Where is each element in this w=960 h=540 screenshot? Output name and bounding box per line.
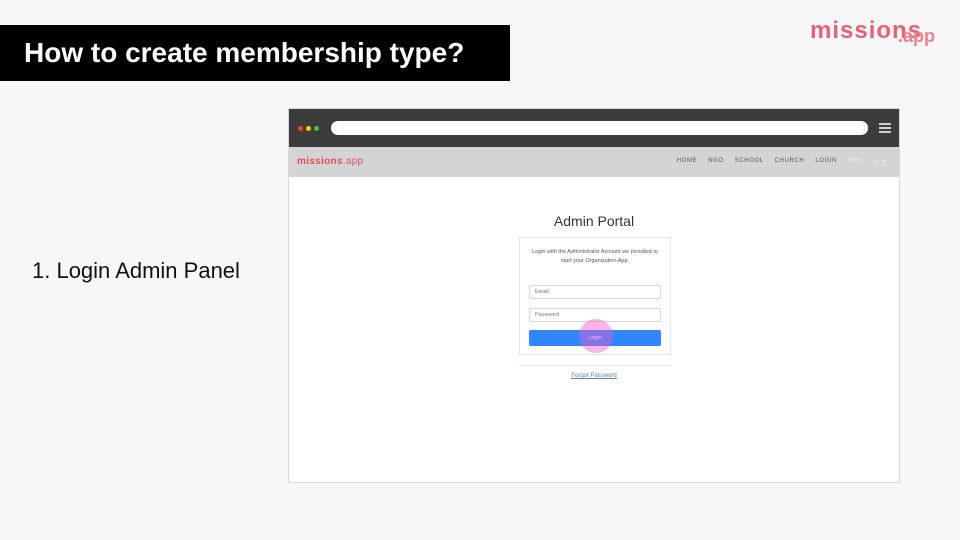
step-text: 1. Login Admin Panel [32, 258, 240, 283]
slide-title: How to create membership type? [0, 25, 510, 81]
brand-logo: missions .app [808, 16, 948, 48]
site-logo[interactable]: missions.app [297, 156, 363, 167]
nav-lang-eng[interactable]: ENG [848, 158, 863, 167]
nav-school[interactable]: SCHOOL [735, 158, 764, 167]
brand-logo-suffix: .app [898, 26, 935, 46]
nav-lang-chinese[interactable]: 中文 [874, 158, 887, 167]
click-indicator [579, 319, 613, 353]
nav-home[interactable]: HOME [677, 158, 697, 167]
forgot-password-link[interactable]: Forgot Password [289, 373, 899, 379]
hamburger-menu-icon[interactable] [879, 123, 891, 133]
nav-login[interactable]: LOGIN [815, 158, 837, 167]
minimize-window-dot-icon[interactable] [306, 126, 311, 131]
site-logo-suffix: .app [342, 156, 364, 167]
admin-portal-title: Admin Portal [553, 213, 635, 229]
browser-chrome [289, 109, 899, 147]
maximize-window-dot-icon[interactable] [314, 126, 319, 131]
nav-ngo[interactable]: NGO [708, 158, 723, 167]
close-window-dot-icon[interactable] [298, 126, 303, 131]
browser-mockup: missions.app HOME NGO SCHOOL CHURCH LOGI… [288, 108, 900, 483]
slide-title-text: How to create membership type? [24, 37, 465, 68]
address-bar[interactable] [331, 121, 868, 135]
site-logo-text: missions [297, 156, 343, 167]
nav-links: HOME NGO SCHOOL CHURCH LOGIN ENG 中文 [666, 158, 887, 167]
email-field[interactable] [529, 285, 661, 299]
login-description: Login with the Administrator Account we … [532, 249, 658, 264]
site-navbar: missions.app HOME NGO SCHOOL CHURCH LOGI… [289, 147, 899, 177]
nav-church[interactable]: CHURCH [775, 158, 805, 167]
divider [519, 365, 671, 366]
